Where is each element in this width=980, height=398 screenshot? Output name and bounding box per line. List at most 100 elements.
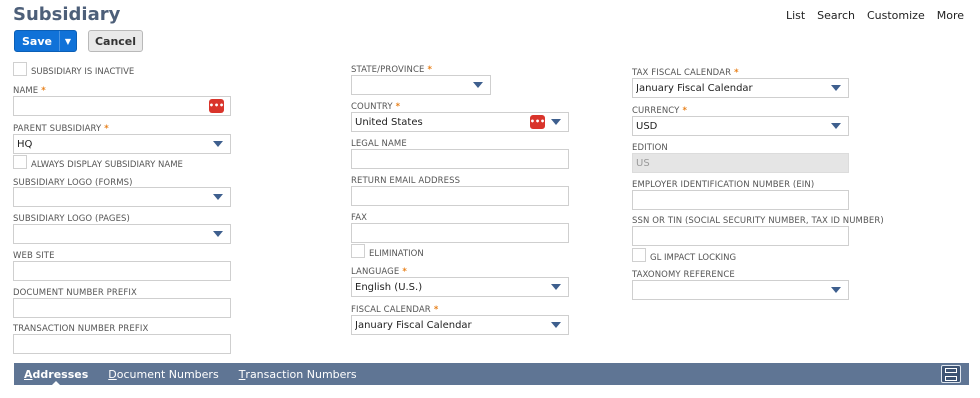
parent-subsidiary-label: PARENT SUBSIDIARY * — [13, 124, 109, 134]
edition-value: US — [636, 157, 650, 169]
tab-transaction-numbers-mnemonic: T — [238, 367, 246, 381]
tax-fiscal-calendar-value: January Fiscal Calendar — [636, 82, 753, 94]
tab-addresses-label: ddresses — [32, 367, 89, 381]
name-label: NAME * — [13, 86, 46, 96]
chevron-down-icon[interactable] — [213, 194, 223, 200]
subsidiary-inactive-checkbox[interactable] — [13, 62, 27, 76]
parent-subsidiary-label-text: PARENT SUBSIDIARY — [13, 124, 102, 134]
subsidiary-inactive-label: SUBSIDIARY IS INACTIVE — [31, 67, 135, 77]
logo-pages-select[interactable] — [13, 224, 231, 244]
fiscal-calendar-value: January Fiscal Calendar — [355, 319, 472, 331]
required-marker: * — [104, 124, 109, 134]
language-value: English (U.S.) — [355, 281, 423, 293]
return-email-label: RETURN EMAIL ADDRESS — [351, 176, 461, 186]
edition-label: EDITION — [632, 143, 668, 153]
name-label-text: NAME — [13, 86, 39, 96]
fax-field[interactable] — [351, 223, 569, 243]
parent-subsidiary-value: HQ — [17, 138, 33, 150]
fiscal-calendar-select[interactable]: January Fiscal Calendar — [351, 315, 569, 335]
tab-addresses[interactable]: Addresses — [24, 363, 89, 386]
doc-number-prefix-field[interactable] — [13, 298, 231, 318]
required-marker: * — [734, 68, 739, 78]
taxonomy-reference-label: TAXONOMY REFERENCE — [632, 270, 735, 280]
tab-transaction-numbers-label: ransaction Numbers — [245, 367, 357, 381]
legal-name-field[interactable] — [351, 149, 569, 169]
ssn-tin-field[interactable] — [632, 226, 849, 246]
currency-label: CURRENCY * — [632, 106, 687, 116]
web-site-label: WEB SITE — [13, 251, 55, 261]
gl-impact-locking-checkbox[interactable] — [632, 248, 646, 262]
required-marker: * — [427, 65, 433, 75]
currency-label-text: CURRENCY — [632, 106, 680, 116]
always-display-name-label: ALWAYS DISPLAY SUBSIDIARY NAME — [31, 160, 183, 170]
save-button-label[interactable]: Save — [15, 31, 59, 51]
return-email-field[interactable] — [351, 186, 569, 206]
dots-icon[interactable]: ••• — [209, 99, 224, 113]
subtab-bar: Addresses Document Numbers Transaction N… — [14, 363, 969, 386]
language-select[interactable]: English (U.S.) — [351, 277, 569, 297]
dots-icon[interactable]: ••• — [530, 115, 545, 129]
country-select[interactable]: United States ••• — [351, 112, 569, 132]
currency-value: USD — [636, 120, 658, 132]
chevron-down-icon[interactable] — [473, 82, 483, 88]
chevron-down-icon[interactable] — [551, 119, 561, 125]
always-display-name-checkbox[interactable] — [13, 155, 27, 169]
required-marker: * — [682, 106, 688, 116]
elimination-checkbox[interactable] — [351, 244, 365, 258]
txn-number-prefix-label: TRANSACTION NUMBER PREFIX — [13, 324, 149, 334]
more-link[interactable]: More — [937, 9, 964, 22]
country-label: COUNTRY * — [351, 102, 400, 112]
currency-select[interactable]: USD — [632, 116, 849, 136]
header-links: List Search Customize More — [786, 9, 964, 22]
tax-fiscal-calendar-label: TAX FISCAL CALENDAR * — [632, 68, 739, 78]
logo-pages-label: SUBSIDIARY LOGO (PAGES) — [13, 214, 130, 224]
chevron-down-icon[interactable] — [831, 85, 841, 91]
fiscal-calendar-label-text: FISCAL CALENDAR — [351, 305, 431, 315]
chevron-down-icon[interactable] — [213, 231, 223, 237]
required-marker: * — [402, 267, 407, 277]
ein-field[interactable] — [632, 190, 849, 210]
required-marker: * — [433, 305, 439, 315]
web-site-field[interactable] — [13, 261, 231, 281]
parent-subsidiary-select[interactable]: HQ — [13, 134, 231, 154]
logo-forms-select[interactable] — [13, 187, 231, 207]
list-link[interactable]: List — [786, 9, 805, 22]
state-province-select[interactable] — [351, 75, 491, 95]
tab-document-numbers-label: ocument Numbers — [116, 367, 219, 381]
required-marker: * — [41, 86, 46, 96]
chevron-down-icon[interactable] — [551, 322, 561, 328]
tab-document-numbers-mnemonic: D — [108, 367, 117, 381]
txn-number-prefix-field[interactable] — [13, 334, 231, 354]
legal-name-label: LEGAL NAME — [351, 139, 407, 149]
elimination-label: ELIMINATION — [369, 249, 424, 259]
ein-label: EMPLOYER IDENTIFICATION NUMBER (EIN) — [632, 180, 815, 190]
chevron-down-icon[interactable] — [551, 284, 561, 290]
chevron-down-icon[interactable] — [213, 141, 223, 147]
language-label: LANGUAGE * — [351, 267, 407, 277]
cancel-button[interactable]: Cancel — [88, 30, 143, 52]
save-button[interactable]: Save ▼ — [14, 30, 77, 52]
gl-impact-locking-label: GL IMPACT LOCKING — [650, 253, 737, 263]
tab-addresses-mnemonic: A — [24, 367, 33, 381]
required-marker: * — [395, 102, 401, 112]
search-link[interactable]: Search — [817, 9, 855, 22]
doc-number-prefix-label: DOCUMENT NUMBER PREFIX — [13, 288, 137, 298]
tab-document-numbers[interactable]: Document Numbers — [108, 363, 218, 385]
state-province-label: STATE/PROVINCE * — [351, 65, 432, 75]
country-label-text: COUNTRY — [351, 102, 393, 112]
tax-fiscal-calendar-select[interactable]: January Fiscal Calendar — [632, 78, 849, 98]
chevron-down-icon[interactable] — [831, 287, 841, 293]
language-label-text: LANGUAGE — [351, 267, 400, 277]
chevron-down-icon[interactable] — [831, 123, 841, 129]
layout-icon[interactable] — [941, 365, 961, 383]
state-province-label-text: STATE/PROVINCE — [351, 65, 425, 75]
page-title: Subsidiary — [13, 4, 121, 25]
tab-transaction-numbers[interactable]: Transaction Numbers — [239, 363, 357, 385]
fax-label: FAX — [351, 213, 368, 223]
taxonomy-reference-select[interactable] — [632, 280, 849, 300]
edition-field: US — [632, 153, 849, 173]
name-field[interactable]: ••• — [13, 96, 231, 116]
customize-link[interactable]: Customize — [867, 9, 925, 22]
fiscal-calendar-label: FISCAL CALENDAR * — [351, 305, 438, 315]
save-menu-chevron-icon[interactable]: ▼ — [59, 31, 76, 51]
